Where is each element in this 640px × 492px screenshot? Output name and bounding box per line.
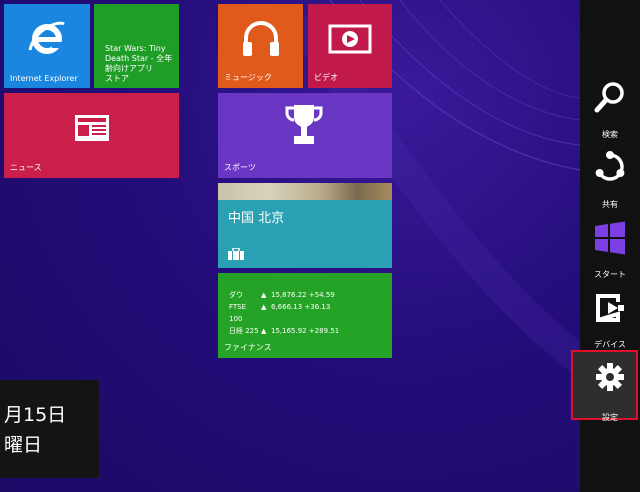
up-arrow-icon: ▲ xyxy=(261,327,267,335)
tile-finance[interactable]: ダウ ▲ 15,876.22 +54.59 FTSE 100 ▲ 6,666.1… xyxy=(218,273,392,358)
tile-label: ファイナンス xyxy=(224,343,272,352)
internet-explorer-icon xyxy=(28,21,65,54)
charms-bar: 検索 共有 スタート デバイス 設定 xyxy=(571,0,640,492)
windows-icon xyxy=(595,221,625,255)
finance-row: 日経 225 ▲ 15,165.92 +289.51 xyxy=(229,325,339,337)
clock-date: 月15日 xyxy=(4,404,67,426)
date-clock-overlay: 月15日 曜日 xyxy=(0,380,99,478)
tile-text-line: 齢向けアプリ xyxy=(105,64,153,73)
charm-share[interactable]: 共有 xyxy=(580,150,640,212)
clock-weekday: 曜日 xyxy=(4,434,43,456)
tile-music[interactable]: ミュージック xyxy=(218,4,303,88)
tile-text-line: ストア xyxy=(105,74,129,83)
weather-photo xyxy=(218,183,392,200)
tile-label: Internet Explorer xyxy=(10,74,78,83)
tile-weather[interactable]: 中国 北京 xyxy=(218,183,392,268)
index-value: 15,876.22 +54.59 xyxy=(271,291,335,299)
tile-internet-explorer[interactable]: Internet Explorer xyxy=(4,4,90,88)
weather-city: 中国 北京 xyxy=(228,211,285,226)
finance-ticker: ダウ ▲ 15,876.22 +54.59 FTSE 100 ▲ 6,666.1… xyxy=(229,289,339,337)
trophy-icon xyxy=(285,105,323,144)
newspaper-icon xyxy=(75,115,109,141)
index-value: 6,666.13 +36.13 xyxy=(271,303,331,311)
index-name: FTSE 100 xyxy=(229,303,247,323)
tile-label: スポーツ xyxy=(224,163,256,172)
charm-search[interactable]: 検索 xyxy=(580,80,640,142)
tile-label: ミュージック xyxy=(224,73,272,82)
tile-text-line: Star Wars: Tiny xyxy=(105,44,166,53)
share-icon xyxy=(595,151,625,181)
charm-label: 検索 xyxy=(602,130,618,139)
tile-news[interactable]: ニュース xyxy=(4,93,179,178)
search-icon xyxy=(594,82,624,113)
index-name: ダウ xyxy=(229,291,243,299)
headphones-icon xyxy=(243,21,279,56)
charm-start[interactable]: スタート xyxy=(580,220,640,282)
index-name: 日経 225 xyxy=(229,327,259,335)
charm-label: デバイス xyxy=(594,340,626,349)
tile-sports[interactable]: スポーツ xyxy=(218,93,392,178)
charm-label: 設定 xyxy=(602,413,618,422)
devices-icon xyxy=(596,294,624,322)
tile-label: ニュース xyxy=(10,163,42,172)
briefcase-icon xyxy=(228,248,244,260)
gear-icon xyxy=(596,363,624,391)
tile-label: ビデオ xyxy=(314,73,338,82)
up-arrow-icon: ▲ xyxy=(261,291,267,299)
charm-settings[interactable]: 設定 xyxy=(571,350,640,422)
finance-row: FTSE 100 ▲ 6,666.13 +36.13 xyxy=(229,301,339,325)
tile-star-wars-app[interactable]: Star Wars: Tiny Death Star - 全年 齢向けアプリ ス… xyxy=(94,4,179,88)
charm-label: スタート xyxy=(594,270,626,279)
tile-star-wars-title: Star Wars: Tiny Death Star - 全年 齢向けアプリ ス… xyxy=(105,44,177,84)
charm-label: 共有 xyxy=(602,200,618,209)
tile-video[interactable]: ビデオ xyxy=(308,4,392,88)
index-value: 15,165.92 +289.51 xyxy=(271,327,340,335)
finance-row: ダウ ▲ 15,876.22 +54.59 xyxy=(229,289,339,301)
up-arrow-icon: ▲ xyxy=(261,303,267,311)
video-icon xyxy=(328,24,372,54)
charm-devices[interactable]: デバイス xyxy=(580,290,640,352)
tile-text-line: Death Star - 全年 xyxy=(105,54,173,63)
